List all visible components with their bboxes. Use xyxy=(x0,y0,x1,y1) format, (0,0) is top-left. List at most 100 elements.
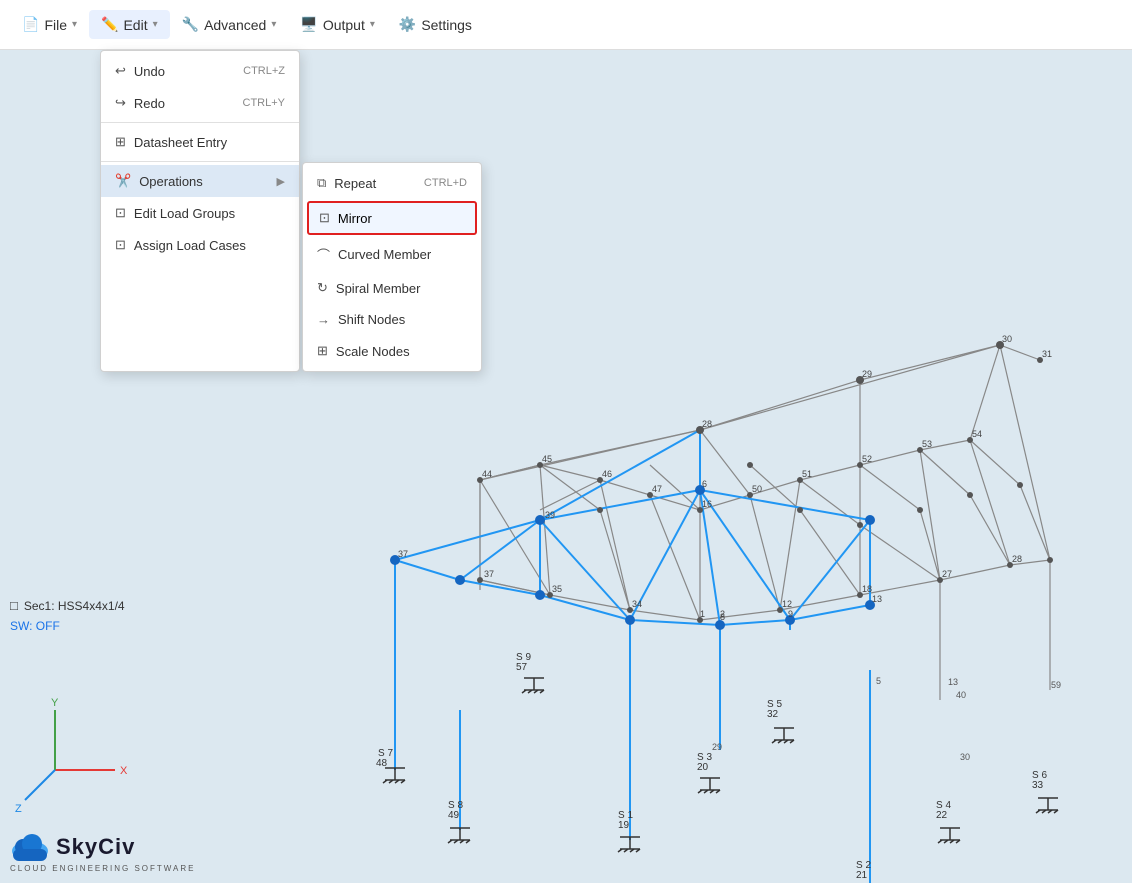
menu-spiral-member-label: Spiral Member xyxy=(336,281,421,296)
svg-text:22: 22 xyxy=(936,810,948,821)
svg-text:33: 33 xyxy=(1032,780,1044,791)
dropdown-container: ↩ Undo CTRL+Z ↪ Redo CTRL+Y ⊞ Datasheet … xyxy=(100,50,482,372)
menu-edit-load-groups-label: Edit Load Groups xyxy=(134,206,235,221)
svg-text:37: 37 xyxy=(484,569,494,579)
menu-assign-load-cases[interactable]: ⊡ Assign Load Cases xyxy=(101,229,299,261)
svg-text:28: 28 xyxy=(702,419,712,429)
svg-text:9: 9 xyxy=(788,609,793,619)
menu-datasheet-label: Datasheet Entry xyxy=(134,135,227,150)
nav-edit-label: Edit xyxy=(123,17,147,33)
menu-undo[interactable]: ↩ Undo CTRL+Z xyxy=(101,55,299,87)
menu-redo[interactable]: ↪ Redo CTRL+Y xyxy=(101,87,299,119)
svg-text:49: 49 xyxy=(448,810,460,821)
svg-text:20: 20 xyxy=(697,762,709,773)
svg-text:30: 30 xyxy=(1002,334,1012,344)
settings-icon: ⚙️ xyxy=(399,16,416,33)
svg-text:X: X xyxy=(120,765,128,777)
operations-icon: ✂️ xyxy=(115,173,131,189)
svg-text:Y: Y xyxy=(51,697,59,709)
skyciv-logo: SkyCiv CLOUD ENGINEERING SOFTWARE xyxy=(10,829,196,873)
menu-redo-label: Redo xyxy=(134,96,165,111)
menu-datasheet[interactable]: ⊞ Datasheet Entry xyxy=(101,126,299,158)
nav-output-label: Output xyxy=(323,17,365,33)
svg-text:32: 32 xyxy=(767,709,779,720)
svg-text:6: 6 xyxy=(702,479,707,489)
curved-member-icon: ⌒ xyxy=(317,245,330,264)
svg-text:53: 53 xyxy=(922,439,932,449)
svg-text:31: 31 xyxy=(1042,349,1052,359)
svg-text:51: 51 xyxy=(802,469,812,479)
nav-edit[interactable]: ✏️ Edit ▾ xyxy=(89,10,170,39)
menu-scale-nodes-label: Scale Nodes xyxy=(336,344,410,359)
nav-advanced[interactable]: 🔧 Advanced ▾ xyxy=(170,10,289,39)
menu-scale-nodes[interactable]: ⊞ Scale Nodes xyxy=(303,335,481,367)
nav-settings-label: Settings xyxy=(421,17,472,33)
svg-text:37: 37 xyxy=(398,549,408,559)
logo-brand: SkyCiv xyxy=(56,834,135,860)
nav-file-arrow: ▾ xyxy=(72,19,77,30)
svg-text:Z: Z xyxy=(15,803,22,815)
logo-cloud-icon xyxy=(10,829,50,864)
edit-dropdown: ↩ Undo CTRL+Z ↪ Redo CTRL+Y ⊞ Datasheet … xyxy=(100,50,300,372)
repeat-icon: ⧉ xyxy=(317,175,326,191)
svg-text:13: 13 xyxy=(872,594,882,604)
svg-text:48: 48 xyxy=(376,758,388,769)
menu-assign-load-cases-label: Assign Load Cases xyxy=(134,238,246,253)
nav-file[interactable]: 📄 File ▾ xyxy=(10,10,89,39)
menu-mirror[interactable]: ⊡ Mirror xyxy=(307,201,477,235)
scale-nodes-icon: ⊞ xyxy=(317,343,328,359)
menu-curved-member[interactable]: ⌒ Curved Member xyxy=(303,237,481,272)
svg-text:30: 30 xyxy=(960,752,970,762)
repeat-shortcut: CTRL+D xyxy=(424,177,467,189)
redo-icon: ↪ xyxy=(115,95,126,111)
svg-text:21: 21 xyxy=(856,870,868,881)
menu-edit-load-groups[interactable]: ⊡ Edit Load Groups xyxy=(101,197,299,229)
shift-nodes-icon: → xyxy=(317,312,330,327)
section-status: □ Sec1: HSS4x4x1/4 xyxy=(10,598,125,613)
svg-text:12: 12 xyxy=(782,599,792,609)
svg-text:27: 27 xyxy=(942,569,952,579)
mirror-icon: ⊡ xyxy=(319,210,330,226)
menu-operations[interactable]: ✂️ Operations ▶ xyxy=(101,165,299,197)
svg-text:45: 45 xyxy=(542,454,552,464)
output-icon: 🖥️ xyxy=(300,16,317,33)
svg-text:35: 35 xyxy=(552,584,562,594)
menu-shift-nodes[interactable]: → Shift Nodes xyxy=(303,304,481,335)
menu-spiral-member[interactable]: ↻ Spiral Member xyxy=(303,272,481,304)
undo-icon: ↩ xyxy=(115,63,126,79)
svg-text:29: 29 xyxy=(862,369,872,379)
svg-text:46: 46 xyxy=(602,469,612,479)
menu-undo-label: Undo xyxy=(134,64,165,79)
nav-settings[interactable]: ⚙️ Settings xyxy=(387,10,484,39)
menu-curved-member-label: Curved Member xyxy=(338,247,431,262)
datasheet-icon: ⊞ xyxy=(115,134,126,150)
svg-text:50: 50 xyxy=(752,484,762,494)
svg-text:1: 1 xyxy=(700,609,705,619)
svg-text:28: 28 xyxy=(1012,554,1022,564)
svg-text:19: 19 xyxy=(618,820,630,831)
redo-shortcut: CTRL+Y xyxy=(243,97,286,109)
file-icon: 📄 xyxy=(22,16,39,33)
spiral-member-icon: ↻ xyxy=(317,280,328,296)
logo-tagline: CLOUD ENGINEERING SOFTWARE xyxy=(10,864,196,873)
assign-load-cases-icon: ⊡ xyxy=(115,237,126,253)
svg-text:44: 44 xyxy=(482,469,492,479)
svg-text:16: 16 xyxy=(702,499,712,509)
sw-status: SW: OFF xyxy=(10,619,60,633)
nav-advanced-label: Advanced xyxy=(204,17,266,33)
menu-repeat[interactable]: ⧉ Repeat CTRL+D xyxy=(303,167,481,199)
svg-text:39: 39 xyxy=(545,510,555,520)
menu-operations-label: Operations xyxy=(139,174,203,189)
svg-text:34: 34 xyxy=(632,599,642,609)
menu-shift-nodes-label: Shift Nodes xyxy=(338,312,405,327)
svg-text:8: 8 xyxy=(720,612,725,622)
svg-text:29: 29 xyxy=(712,742,722,752)
svg-text:5: 5 xyxy=(876,676,881,686)
svg-text:13: 13 xyxy=(948,677,958,687)
menu-mirror-label: Mirror xyxy=(338,211,372,226)
edit-load-groups-icon: ⊡ xyxy=(115,205,126,221)
nav-output[interactable]: 🖥️ Output ▾ xyxy=(288,10,387,39)
svg-text:18: 18 xyxy=(862,584,872,594)
nav-advanced-arrow: ▾ xyxy=(271,19,276,30)
menu-repeat-label: Repeat xyxy=(334,176,376,191)
